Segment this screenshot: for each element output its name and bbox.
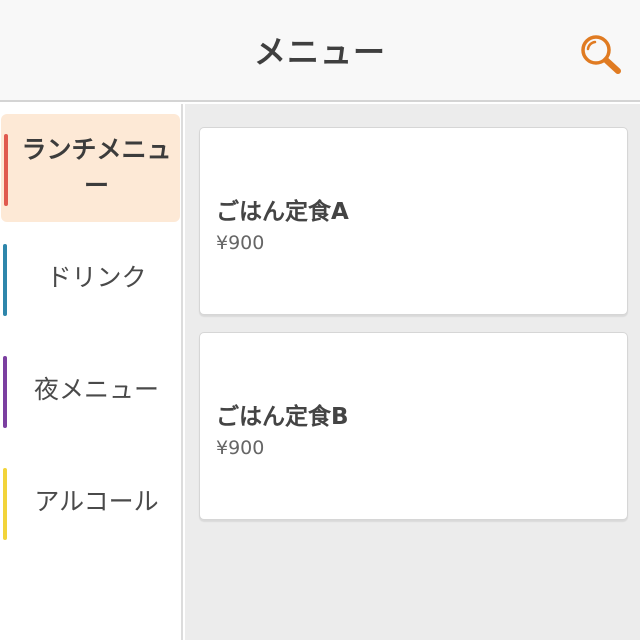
category-color-bar xyxy=(3,468,7,540)
menu-item-price: ¥900 xyxy=(216,437,265,459)
category-sidebar: ランチメニュー ドリンク 夜メニュー アルコール xyxy=(0,104,183,640)
sidebar-item-lunch-menu[interactable]: ランチメニュー xyxy=(1,114,180,222)
menu-item-card[interactable]: ごはん定食B ¥900 xyxy=(199,332,628,520)
sidebar-item-label: ドリンク xyxy=(46,263,147,292)
sidebar-item-label: アルコール xyxy=(34,487,159,516)
search-icon xyxy=(581,35,621,74)
menu-item-name: ごはん定食B xyxy=(216,404,349,430)
sidebar-item-alcohol[interactable]: アルコール xyxy=(0,448,181,556)
menu-item-card[interactable]: ごはん定食A ¥900 xyxy=(199,127,628,315)
menu-item-name: ごはん定食A xyxy=(216,199,349,225)
category-color-bar xyxy=(4,134,8,206)
search-button[interactable] xyxy=(576,32,624,76)
category-color-bar xyxy=(3,356,7,428)
menu-item-price: ¥900 xyxy=(216,232,265,254)
menu-item-list: ごはん定食A ¥900 ごはん定食B ¥900 xyxy=(185,104,640,640)
category-color-bar xyxy=(3,244,7,316)
sidebar-item-label: 夜メニュー xyxy=(33,375,159,404)
page-title: メニュー xyxy=(253,33,386,71)
sidebar-item-label: ランチメニュー xyxy=(21,135,172,200)
sidebar-item-drinks[interactable]: ドリンク xyxy=(0,224,181,332)
app-header: メニュー xyxy=(0,0,640,102)
sidebar-item-dinner-menu[interactable]: 夜メニュー xyxy=(0,336,181,444)
